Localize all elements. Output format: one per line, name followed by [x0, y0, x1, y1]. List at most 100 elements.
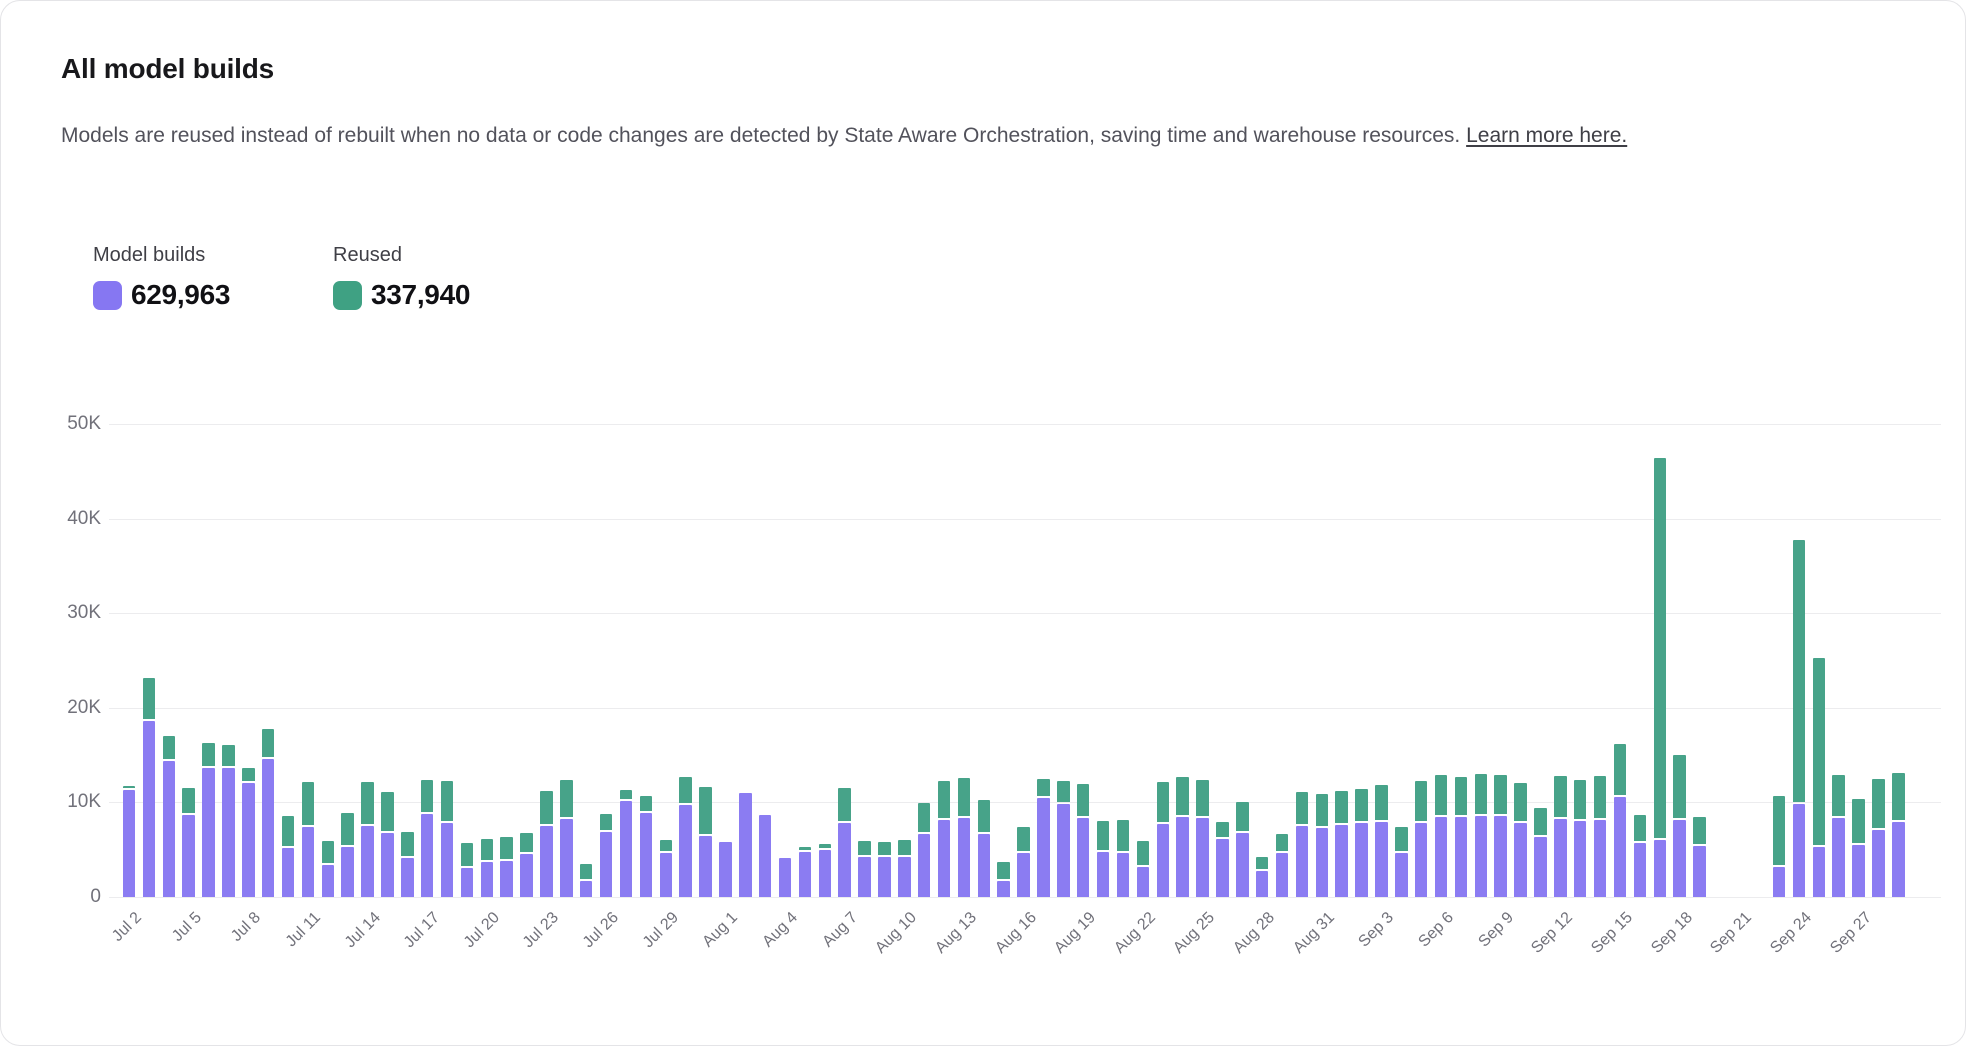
bar-group[interactable] [775, 858, 795, 897]
bar-group[interactable] [1431, 775, 1451, 897]
builds-bar-segment[interactable] [1554, 819, 1567, 897]
bar-group[interactable] [238, 768, 258, 897]
reused-bar-segment[interactable] [1693, 817, 1706, 843]
reused-bar-segment[interactable] [858, 841, 871, 855]
bar-group[interactable] [1014, 827, 1034, 897]
builds-bar-segment[interactable] [1475, 816, 1488, 897]
bar-group[interactable] [914, 803, 934, 897]
bar-group[interactable] [1570, 780, 1590, 897]
builds-bar-segment[interactable] [679, 805, 692, 897]
reused-bar-segment[interactable] [1037, 779, 1050, 796]
reused-bar-segment[interactable] [163, 736, 176, 759]
bar-group[interactable] [556, 780, 576, 897]
reused-bar-segment[interactable] [520, 833, 533, 853]
reused-bar-segment[interactable] [1673, 755, 1686, 818]
reused-bar-segment[interactable] [361, 782, 374, 825]
bar-group[interactable] [1232, 802, 1252, 897]
builds-bar-segment[interactable] [1355, 823, 1368, 897]
bar-group[interactable] [1690, 817, 1710, 897]
builds-bar-segment[interactable] [1832, 818, 1845, 897]
bar-group[interactable] [278, 816, 298, 897]
reused-bar-segment[interactable] [500, 837, 513, 859]
builds-bar-segment[interactable] [143, 721, 156, 897]
bar-group[interactable] [1769, 796, 1789, 897]
builds-bar-segment[interactable] [660, 853, 673, 897]
builds-bar-segment[interactable] [1316, 828, 1329, 897]
builds-bar-segment[interactable] [1435, 817, 1448, 897]
reused-bar-segment[interactable] [640, 796, 653, 811]
reused-bar-segment[interactable] [1594, 776, 1607, 819]
reused-bar-segment[interactable] [441, 781, 454, 822]
builds-bar-segment[interactable] [341, 847, 354, 897]
reused-bar-segment[interactable] [898, 840, 911, 855]
bar-group[interactable] [258, 729, 278, 897]
legend-item-model-builds[interactable]: Model builds 629,963 [93, 244, 263, 311]
reused-bar-segment[interactable] [1117, 820, 1130, 850]
builds-bar-segment[interactable] [1872, 830, 1885, 897]
reused-bar-segment[interactable] [1157, 782, 1170, 823]
bar-group[interactable] [1391, 827, 1411, 897]
bar-group[interactable] [874, 842, 894, 897]
reused-bar-segment[interactable] [560, 780, 573, 818]
bar-group[interactable] [1053, 781, 1073, 897]
builds-bar-segment[interactable] [1574, 821, 1587, 897]
reused-bar-segment[interactable] [838, 788, 851, 821]
reused-bar-segment[interactable] [282, 816, 295, 846]
bar-group[interactable] [417, 780, 437, 897]
bar-group[interactable] [1153, 782, 1173, 898]
bar-group[interactable] [397, 832, 417, 897]
bar-group[interactable] [1133, 841, 1153, 897]
bar-group[interactable] [1491, 775, 1511, 897]
reused-bar-segment[interactable] [600, 814, 613, 830]
reused-bar-segment[interactable] [1415, 781, 1428, 822]
builds-bar-segment[interactable] [163, 761, 176, 897]
reused-bar-segment[interactable] [302, 782, 315, 825]
builds-bar-segment[interactable] [1455, 817, 1468, 897]
builds-bar-segment[interactable] [1634, 843, 1647, 897]
builds-bar-segment[interactable] [1852, 845, 1865, 897]
builds-bar-segment[interactable] [123, 790, 136, 897]
bar-group[interactable] [298, 782, 318, 897]
bar-group[interactable] [1829, 775, 1849, 897]
reused-bar-segment[interactable] [1534, 808, 1547, 835]
reused-bar-segment[interactable] [1832, 775, 1845, 817]
bar-group[interactable] [179, 788, 199, 897]
reused-bar-segment[interactable] [242, 768, 255, 780]
bar-group[interactable] [1352, 789, 1372, 897]
bar-group[interactable] [795, 847, 815, 897]
bar-group[interactable] [199, 743, 219, 897]
bar-group[interactable] [735, 793, 755, 897]
bar-group[interactable] [1173, 777, 1193, 897]
builds-bar-segment[interactable] [182, 815, 195, 897]
builds-bar-segment[interactable] [898, 857, 911, 897]
reused-bar-segment[interactable] [1654, 458, 1667, 838]
builds-bar-segment[interactable] [1196, 818, 1209, 897]
reused-bar-segment[interactable] [202, 743, 215, 767]
builds-bar-segment[interactable] [1057, 804, 1070, 897]
builds-bar-segment[interactable] [282, 848, 295, 897]
reused-bar-segment[interactable] [699, 787, 712, 834]
reused-bar-segment[interactable] [222, 745, 235, 767]
bar-group[interactable] [715, 842, 735, 897]
reused-bar-segment[interactable] [381, 792, 394, 831]
builds-bar-segment[interactable] [1256, 871, 1269, 897]
bar-group[interactable] [1093, 821, 1113, 897]
reused-bar-segment[interactable] [1236, 802, 1249, 830]
builds-bar-segment[interactable] [1594, 820, 1607, 897]
bar-group[interactable] [1471, 774, 1491, 897]
bar-group[interactable] [1272, 834, 1292, 897]
builds-bar-segment[interactable] [759, 815, 772, 897]
builds-bar-segment[interactable] [719, 842, 732, 897]
bar-group[interactable] [1630, 815, 1650, 897]
bar-group[interactable] [815, 844, 835, 897]
builds-bar-segment[interactable] [1395, 853, 1408, 897]
builds-bar-segment[interactable] [1514, 823, 1527, 897]
bar-group[interactable] [1371, 785, 1391, 897]
reused-bar-segment[interactable] [1395, 827, 1408, 851]
reused-bar-segment[interactable] [978, 800, 991, 831]
builds-bar-segment[interactable] [1296, 826, 1309, 897]
builds-bar-segment[interactable] [1813, 847, 1826, 897]
reused-bar-segment[interactable] [1813, 658, 1826, 845]
bar-group[interactable] [338, 813, 358, 897]
builds-bar-segment[interactable] [421, 814, 434, 897]
